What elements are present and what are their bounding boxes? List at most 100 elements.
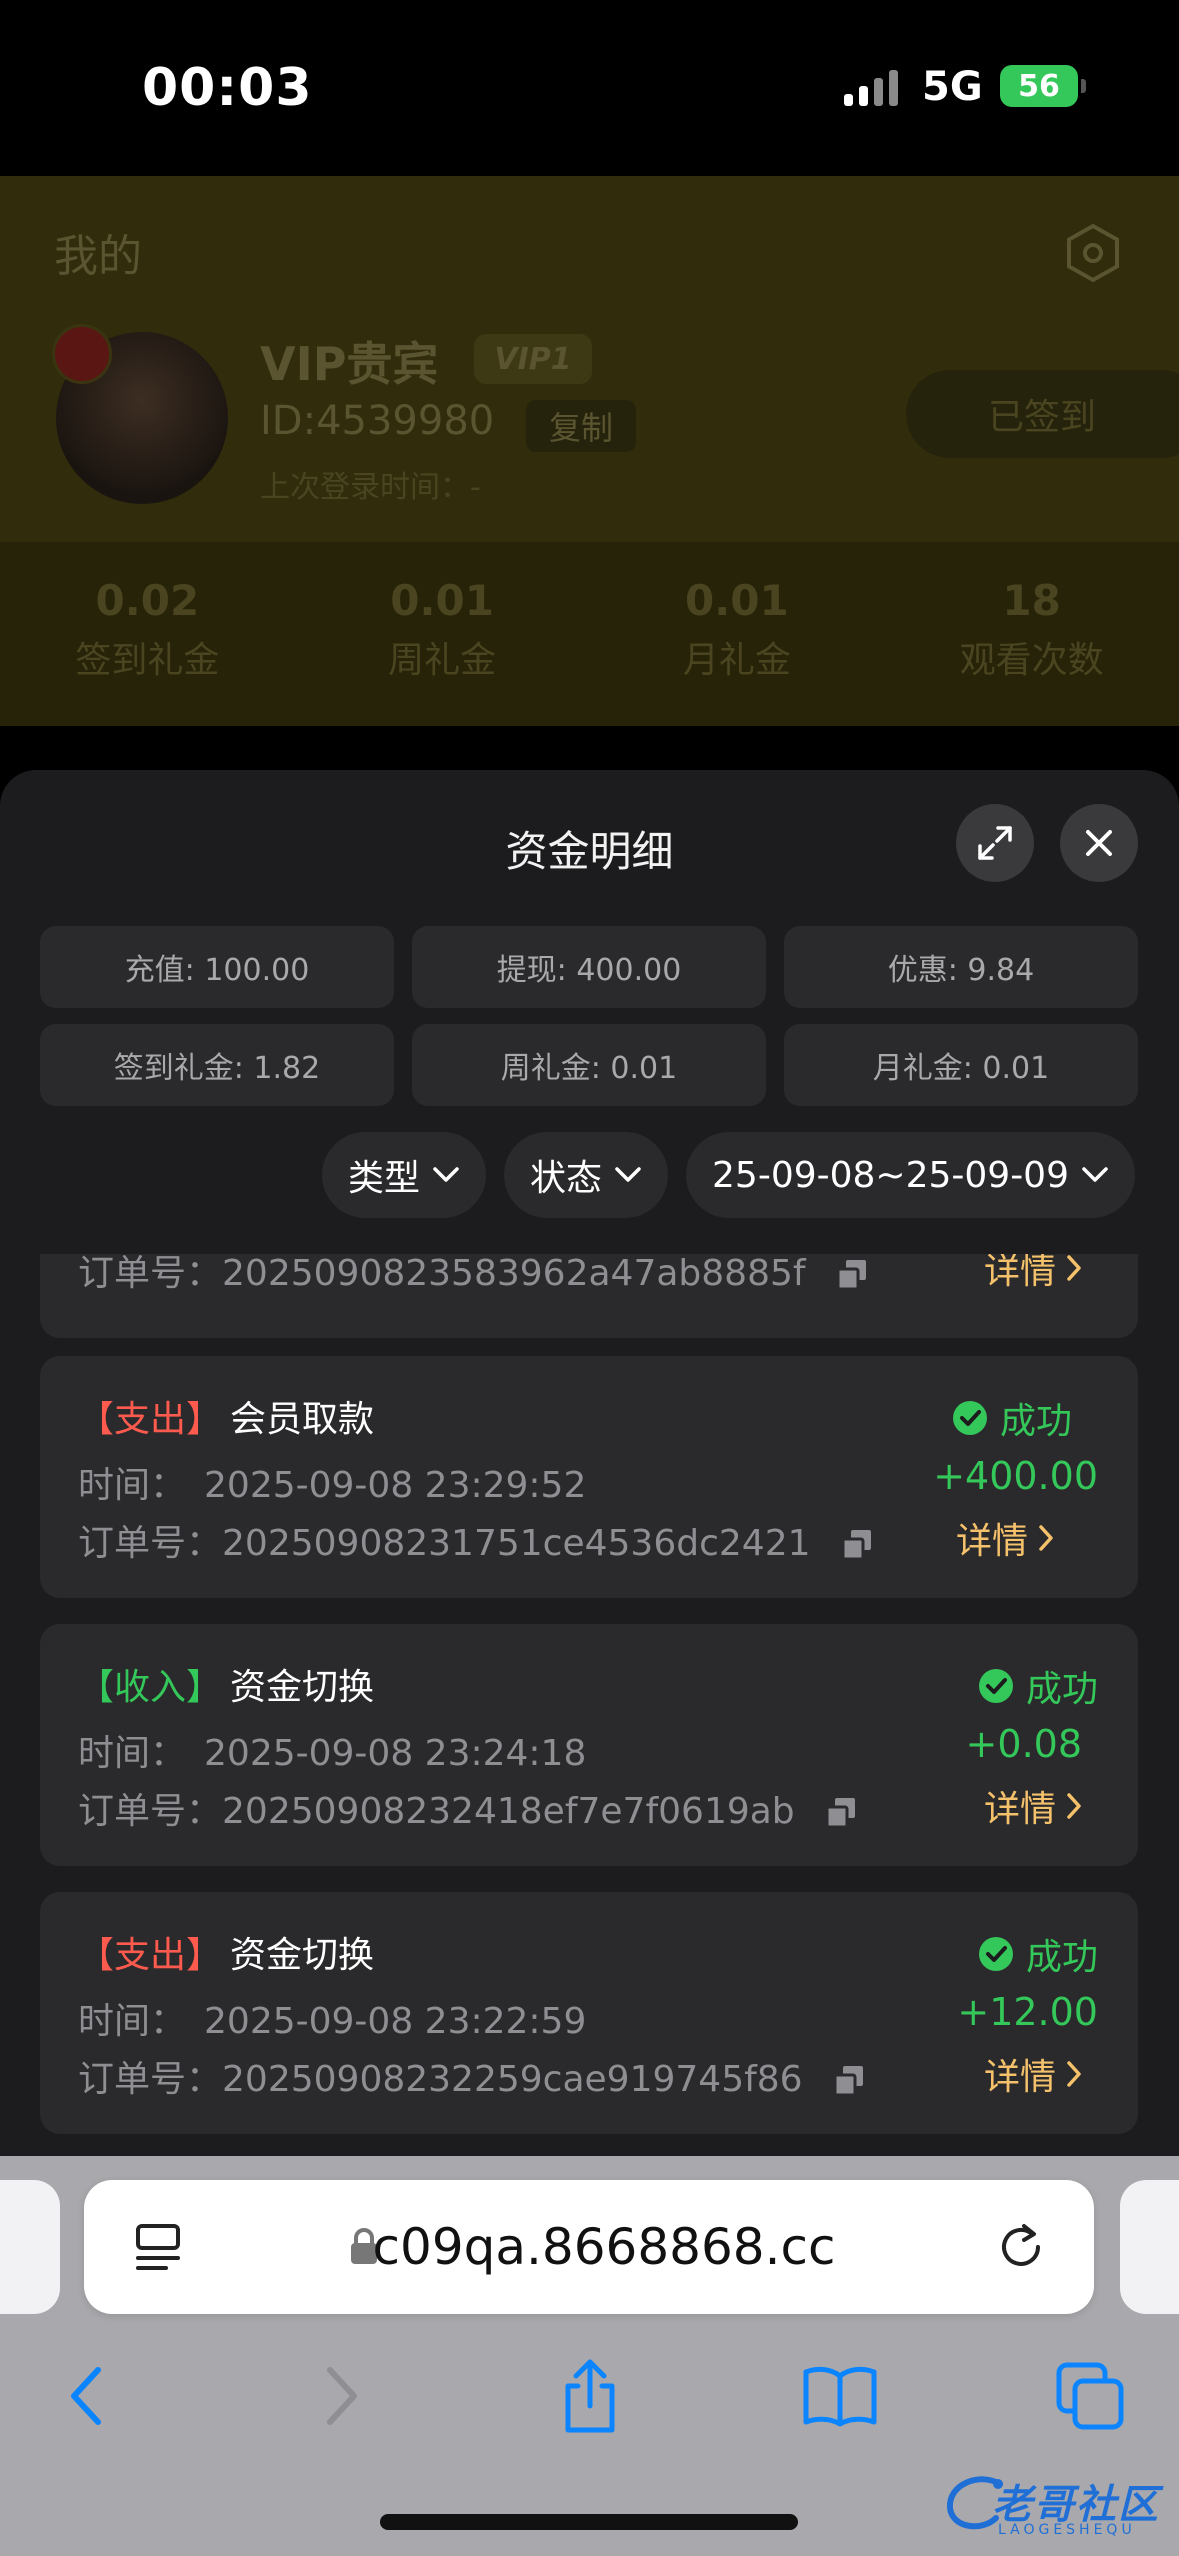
copy-id-button[interactable]: 复制 [526, 400, 636, 452]
detail-label: 详情 [983, 2057, 1056, 2098]
home-indicator[interactable] [380, 2514, 798, 2530]
order-label: 订单号： [78, 1791, 223, 1832]
stat-monthly-bonus: 0.01 月礼金 [590, 542, 885, 726]
stat-label: 周礼金 [388, 640, 497, 681]
order-number: 订单号：20250908231751ce4536dc2421 [78, 1514, 874, 1566]
record-type: 【支出】 会员取款 [78, 1390, 374, 1442]
order-value: 2025090823583962a47ab8885f [222, 1254, 806, 1294]
order-label: 订单号： [78, 1254, 223, 1294]
tabs-button[interactable] [1050, 2356, 1130, 2436]
summary-deposit: 充值: 100.00 [40, 926, 394, 1008]
stat-value: 18 [1002, 576, 1061, 625]
share-button[interactable] [550, 2356, 630, 2436]
time-label: 时间： [78, 2001, 187, 2042]
stat-view-count: 18 观看次数 [884, 542, 1179, 726]
close-button[interactable] [1060, 804, 1138, 882]
check-circle-icon [952, 1401, 987, 1435]
order-value: 20250908232418ef7e7f0619ab [222, 1791, 795, 1832]
settings-icon[interactable] [1062, 222, 1124, 284]
status-filter-dropdown[interactable]: 状态 [504, 1132, 669, 1218]
previous-tab-preview[interactable] [0, 2180, 60, 2314]
order-number: 订单号：2025090823583962a47ab8885f [78, 1254, 869, 1296]
summary-monthly-bonus: 月礼金: 0.01 [784, 1024, 1138, 1106]
chevron-down-icon [1082, 1167, 1108, 1182]
address-bar[interactable]: c09qa.8668868.cc [84, 2180, 1094, 2314]
record-time: 时间： 2025-09-08 23:22:59 [78, 1992, 586, 2044]
summary-grid: 充值: 100.00 提现: 400.00 优惠: 9.84 签到礼金: 1.8… [40, 926, 1138, 1106]
list-item: 【支出】 会员取款 时间： 2025-09-08 23:29:52 订单号：2025… [40, 1356, 1138, 1598]
copy-icon[interactable] [835, 1258, 869, 1292]
forward-button[interactable] [302, 2356, 382, 2436]
chevron-right-icon [1067, 1255, 1081, 1281]
chevron-right-icon [327, 2367, 357, 2425]
detail-label: 详情 [983, 1789, 1056, 1830]
book-icon [803, 2366, 877, 2427]
order-number: 订单号：20250908232259cae919745f86 [78, 2050, 866, 2102]
record-name: 资金切换 [230, 1667, 375, 1708]
battery-level: 56 [1018, 68, 1060, 104]
amount: +0.08 [965, 1722, 1082, 1766]
transaction-list[interactable]: 订单号：2025090823583962a47ab8885f 详情 【支出】 会员… [40, 1254, 1138, 2156]
reload-icon[interactable] [994, 2220, 1048, 2274]
type-filter-label: 类型 [347, 1158, 420, 1199]
stat-weekly-bonus: 0.01 周礼金 [295, 542, 590, 726]
detail-link[interactable]: 详情 [984, 1254, 1082, 1294]
status-filter-label: 状态 [530, 1158, 603, 1199]
record-time: 时间： 2025-09-08 23:29:52 [78, 1456, 586, 1508]
next-tab-preview[interactable] [1120, 2180, 1179, 2314]
vip-name: VIP贵宾 [260, 337, 439, 391]
browser-toolbar: c09qa.8668868.cc 老哥社区 LAOGESHEQU [0, 2156, 1179, 2556]
detail-link[interactable]: 详情 [984, 1780, 1082, 1832]
time-value: 2025-09-08 23:22:59 [204, 2001, 587, 2042]
stat-label: 月礼金 [682, 640, 791, 681]
summary-checkin-bonus: 签到礼金: 1.82 [40, 1024, 394, 1106]
type-filter-dropdown[interactable]: 类型 [321, 1132, 486, 1218]
chevron-right-icon [1067, 1793, 1081, 1819]
time-value: 2025-09-08 23:29:52 [204, 1465, 587, 1506]
modal-backdrop[interactable] [0, 726, 1179, 770]
expand-icon [978, 826, 1012, 860]
vip-level-badge: VIP1 [474, 334, 592, 384]
chevron-left-icon [71, 2367, 101, 2425]
status-bar: 00:03 5G 56 [0, 0, 1179, 176]
date-range-filter[interactable]: 25-09-08~25-09-09 [686, 1132, 1135, 1218]
funds-detail-sheet: 资金明细 充值: 100.00 提现: 400.00 优惠: 9.84 签到礼金… [0, 770, 1179, 2156]
share-icon [565, 2359, 615, 2433]
watermark-subtext: LAOGESHEQU [998, 2522, 1136, 2538]
signed-in-button[interactable]: 已签到 [906, 370, 1179, 458]
expand-button[interactable] [956, 804, 1034, 882]
summary-promo: 优惠: 9.84 [784, 926, 1138, 1008]
check-circle-icon [978, 1669, 1013, 1703]
copy-icon[interactable] [824, 1796, 858, 1830]
detail-label: 详情 [983, 1254, 1056, 1292]
order-value: 20250908232259cae919745f86 [222, 2059, 803, 2100]
status-success: 成功 [978, 1928, 1098, 1980]
detail-link[interactable]: 详情 [984, 2048, 1082, 2100]
copy-icon[interactable] [832, 2064, 866, 2098]
order-label: 订单号： [78, 2059, 223, 2100]
stat-value: 0.01 [685, 576, 789, 625]
tabs-icon [1056, 2362, 1124, 2430]
url-text: c09qa.8668868.cc [372, 2218, 836, 2276]
expense-tag: 【支出】 [78, 1399, 223, 1440]
detail-link[interactable]: 详情 [956, 1512, 1054, 1564]
back-button[interactable] [46, 2356, 126, 2436]
record-type: 【支出】 资金切换 [78, 1926, 374, 1978]
watermark-logo: 老哥社区 LAOGESHEQU [940, 2462, 1170, 2546]
stats-row: 0.02 签到礼金 0.01 周礼金 0.01 月礼金 18 观看次数 [0, 542, 1179, 726]
last-login: 上次登录时间：- [260, 470, 481, 505]
amount: +400.00 [933, 1454, 1098, 1498]
chevron-down-icon [615, 1167, 641, 1182]
battery-icon: 56 [1000, 65, 1086, 107]
profile-page-dimmed: 我的 VIP贵宾 VIP1 ID:4539980 复制 上次登录时间：- 已签到… [0, 176, 1179, 726]
status-label: 成功 [1025, 1669, 1098, 1710]
summary-weekly-bonus: 周礼金: 0.01 [412, 1024, 766, 1106]
record-name: 资金切换 [230, 1935, 375, 1976]
list-item: 订单号：2025090823583962a47ab8885f 详情 [40, 1254, 1138, 1338]
bookmarks-button[interactable] [800, 2356, 880, 2436]
copy-icon[interactable] [840, 1528, 874, 1562]
record-name: 会员取款 [230, 1399, 375, 1440]
record-time: 时间： 2025-09-08 23:24:18 [78, 1724, 586, 1776]
order-number: 订单号：20250908232418ef7e7f0619ab [78, 1782, 858, 1834]
stat-checkin-bonus: 0.02 签到礼金 [0, 542, 295, 726]
